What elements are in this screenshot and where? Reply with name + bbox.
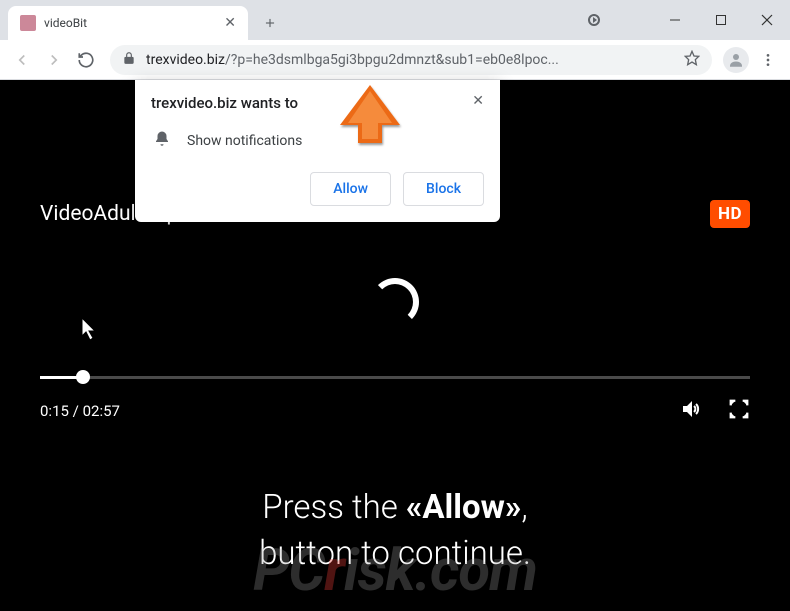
window-controls <box>652 0 790 40</box>
loading-spinner-wrap <box>40 278 750 326</box>
hd-badge: HD <box>710 200 750 228</box>
minimize-button[interactable] <box>652 0 698 40</box>
volume-icon[interactable] <box>680 397 704 425</box>
time-display: 0:15 / 02:57 <box>40 402 120 420</box>
url-text: trexvideo.biz/?p=he3dsmlbga5gi3bpgu2dmnz… <box>146 52 674 68</box>
browser-toolbar: trexvideo.biz/?p=he3dsmlbga5gi3bpgu2dmnz… <box>0 40 790 80</box>
tab-title: videoBit <box>44 16 216 30</box>
browser-tab[interactable]: videoBit ✕ <box>8 6 248 40</box>
mouse-cursor-icon <box>82 318 100 346</box>
lock-icon <box>122 50 136 69</box>
close-window-button[interactable] <box>744 0 790 40</box>
notification-permission-popup: trexvideo.biz wants to ✕ Show notificati… <box>135 80 500 222</box>
pointer-arrow-icon <box>330 85 410 179</box>
address-bar[interactable]: trexvideo.biz/?p=he3dsmlbga5gi3bpgu2dmnz… <box>110 45 712 75</box>
bell-icon <box>153 130 171 152</box>
fullscreen-icon[interactable] <box>728 398 750 424</box>
reload-button[interactable] <box>72 46 100 74</box>
back-button[interactable] <box>8 46 36 74</box>
video-controls: 0:15 / 02:57 <box>40 397 750 425</box>
progress-bar[interactable] <box>40 376 750 379</box>
progress-thumb[interactable] <box>76 370 90 384</box>
profile-avatar[interactable] <box>722 46 750 74</box>
progress-track <box>40 376 750 379</box>
permission-close-icon[interactable]: ✕ <box>472 94 484 108</box>
block-button[interactable]: Block <box>403 172 484 206</box>
tab-favicon <box>20 15 36 31</box>
permission-label: Show notifications <box>187 133 302 149</box>
media-playing-icon[interactable] <box>588 14 600 26</box>
maximize-button[interactable] <box>698 0 744 40</box>
loading-spinner-icon <box>371 278 419 326</box>
forward-button[interactable] <box>40 46 68 74</box>
close-tab-icon[interactable]: ✕ <box>224 16 236 30</box>
menu-button[interactable] <box>754 46 782 74</box>
instruction-message: Press the «Allow», button to continue. <box>40 485 750 577</box>
bookmark-star-icon[interactable] <box>684 50 700 70</box>
permission-title: trexvideo.biz wants to <box>151 94 298 112</box>
new-tab-button[interactable] <box>256 9 284 37</box>
